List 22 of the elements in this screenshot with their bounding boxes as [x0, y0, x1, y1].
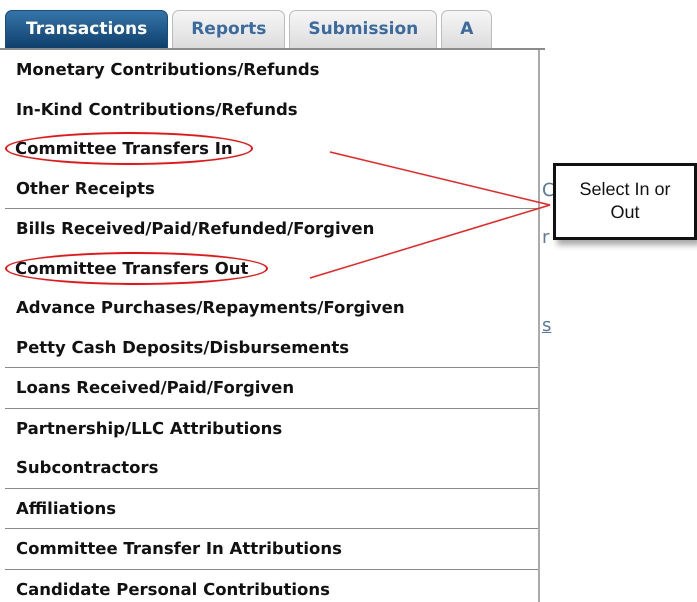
menu-item[interactable]: Committee Transfer In Attributions: [5, 532, 353, 566]
menu-item[interactable]: Candidate Personal Contributions: [5, 572, 341, 602]
menu-item[interactable]: Bills Received/Paid/Refunded/Forgiven: [5, 212, 386, 246]
menu-item[interactable]: Committee Transfers Out: [5, 252, 268, 285]
background-text: C: [542, 180, 555, 201]
menu-item[interactable]: Advance Purchases/Repayments/Forgiven: [5, 291, 416, 324]
menu-item[interactable]: Monetary Contributions/Refunds: [5, 53, 330, 86]
background-text: s: [542, 315, 552, 336]
menu-item[interactable]: Subcontractors: [5, 451, 170, 484]
menu-item[interactable]: Committee Transfers In: [5, 132, 253, 166]
menu-item[interactable]: Loans Received/Paid/Forgiven: [5, 371, 306, 404]
menu-item[interactable]: In-Kind Contributions/Refunds: [5, 92, 309, 126]
menu-item[interactable]: Partnership/LLC Attributions: [5, 412, 294, 445]
background-text: r: [542, 227, 550, 248]
menu-item[interactable]: Affiliations: [5, 492, 128, 525]
menu-item[interactable]: Petty Cash Deposits/Disbursements: [5, 330, 360, 364]
tab[interactable]: Submission: [289, 10, 438, 48]
menu-item[interactable]: Other Receipts: [5, 172, 166, 205]
callout: Select In or Out: [553, 163, 697, 240]
tab[interactable]: Transactions: [5, 10, 168, 48]
tab[interactable]: Reports: [172, 10, 286, 48]
tab[interactable]: A: [441, 10, 492, 48]
